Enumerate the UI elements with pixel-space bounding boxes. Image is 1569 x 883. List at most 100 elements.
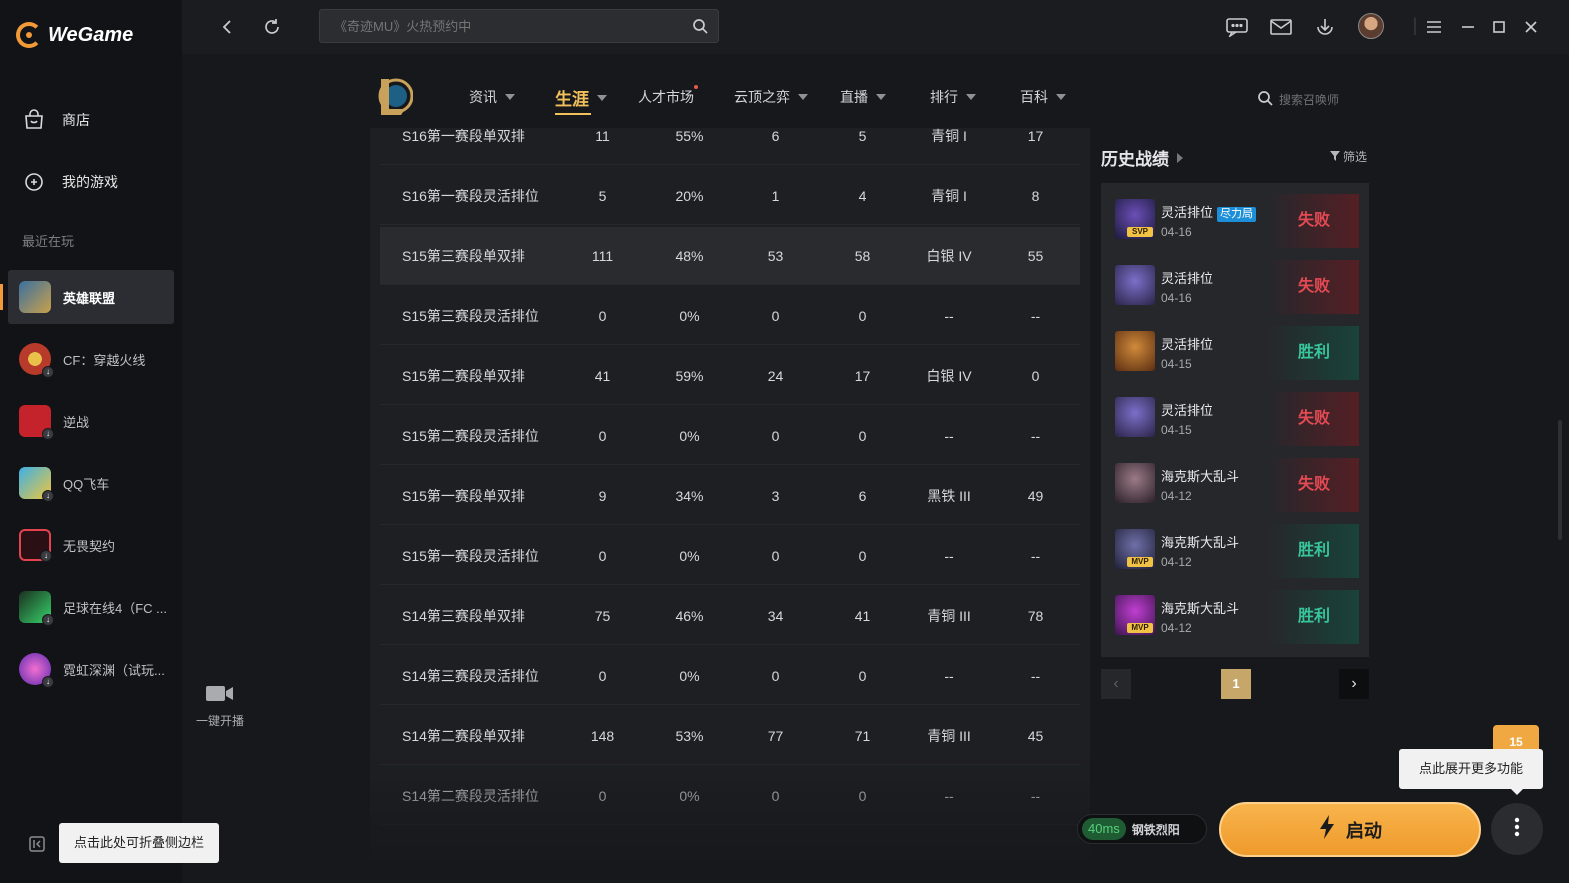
mail-icon[interactable] [1268, 14, 1294, 40]
match-history-item[interactable]: 灵活排位 04-15 失败 [1113, 392, 1359, 446]
table-row[interactable]: S16第一赛段灵活排位 5 20% 1 4 青铜 I 8 [380, 167, 1080, 225]
tab-news[interactable]: 资讯 [469, 87, 515, 107]
scrollbar[interactable] [1558, 420, 1562, 540]
match-mode-label: 灵活排位 [1161, 337, 1214, 352]
table-row[interactable]: S15第一赛段灵活排位 0 0% 0 0 -- -- [380, 527, 1080, 585]
match-history-list: SVP 灵活排位 尽力局 04-16 失败 灵活排位 04-16 失败 灵活排位 04-15 胜利灵… [1101, 183, 1369, 657]
sidebar-game-valorant[interactable]: ↓ 无畏契约 [8, 518, 174, 572]
rank-cell: 青铜 III [927, 728, 971, 744]
prev-page-button[interactable]: ‹ [1101, 669, 1131, 699]
filter-icon [1330, 150, 1340, 164]
sidebar-game-cf[interactable]: ↓ CF：穿越火线 [8, 332, 174, 386]
user-avatar[interactable] [1358, 13, 1384, 39]
sidebar-game-qq-speed[interactable]: ↓ QQ飞车 [8, 456, 174, 510]
match-history-item[interactable]: 灵活排位 04-15 胜利 [1113, 326, 1359, 380]
season-cell: S14第三赛段灵活排位 [402, 668, 539, 684]
tab-label: 直播 [840, 89, 868, 105]
menu-icon[interactable] [1421, 14, 1447, 40]
match-history-title[interactable]: 历史战绩 [1101, 145, 1183, 170]
tab-talent-market[interactable]: 人才市场 [638, 85, 698, 107]
winrate-cell: 0% [679, 428, 700, 444]
global-search-box[interactable] [319, 9, 719, 43]
tab-label: 云顶之弈 [734, 89, 790, 105]
refresh-icon[interactable] [259, 14, 285, 40]
wins-cell: 0 [771, 308, 780, 324]
download-icon: ↓ [42, 428, 54, 440]
points-cell: -- [1030, 788, 1041, 804]
match-history-item[interactable]: MVP 海克斯大乱斗 04-12 胜利 [1113, 524, 1359, 578]
winrate-cell: 59% [675, 368, 704, 384]
table-row[interactable]: S15第三赛段灵活排位 0 0% 0 0 -- -- [380, 287, 1080, 345]
cf-icon: ↓ [19, 343, 54, 378]
back-icon[interactable] [215, 14, 241, 40]
app-logo[interactable]: WeGame [16, 22, 133, 48]
games-cell: 0 [598, 548, 607, 564]
one-click-broadcast-button[interactable]: 一键开播 [192, 682, 248, 729]
match-history-item[interactable]: SVP 灵活排位 尽力局 04-16 失败 [1113, 194, 1359, 248]
match-mode: 海克斯大乱斗 [1161, 466, 1239, 485]
points-cell: -- [1030, 668, 1041, 684]
sidebar-game-nizhan[interactable]: ↓ 逆战 [8, 394, 174, 448]
chevron-down-icon [798, 94, 808, 100]
global-search-input[interactable] [334, 10, 684, 42]
points-cell: 0 [1031, 368, 1040, 384]
minimize-icon[interactable] [1455, 14, 1481, 40]
table-row[interactable]: S14第二赛段单双排 148 53% 77 71 青铜 III 45 [380, 707, 1080, 765]
winrate-cell: 46% [675, 608, 704, 624]
tab-live[interactable]: 直播 [840, 87, 886, 107]
tab-tft[interactable]: 云顶之弈 [734, 87, 808, 107]
league-logo-icon[interactable] [375, 75, 414, 117]
sidebar: WeGame 商店 我的游戏 最近在玩 英雄联盟 ↓ CF：穿越火线 ↓ 逆战 … [0, 0, 219, 883]
download-manager-icon[interactable] [1312, 14, 1338, 40]
match-history-item[interactable]: MVP 海克斯大乱斗 04-12 胜利 [1113, 590, 1359, 644]
next-page-button[interactable]: › [1339, 669, 1369, 699]
start-game-button[interactable]: 启动 [1219, 802, 1481, 857]
sidebar-game-fc-online[interactable]: ↓ 足球在线4（FC ... [8, 580, 174, 634]
sidebar-game-neon-abyss[interactable]: ↓ 霓虹深渊（试玩... [8, 642, 174, 696]
rank-cell: 青铜 I [931, 128, 967, 144]
losses-cell: 71 [854, 728, 871, 744]
sidebar-item-shop[interactable]: 商店 [20, 106, 90, 134]
tab-wiki[interactable]: 百科 [1020, 87, 1066, 107]
filter-button[interactable]: 筛选 [1330, 148, 1367, 165]
tab-career[interactable]: 生涯 [555, 85, 607, 115]
tab-ranking[interactable]: 排行 [930, 87, 976, 107]
summoner-search[interactable]: 搜索召唤师 [1257, 90, 1339, 109]
games-cell: 148 [590, 728, 615, 744]
losses-cell: 0 [858, 668, 867, 684]
champion-portrait [1115, 331, 1155, 371]
table-row[interactable]: S15第一赛段单双排 9 34% 3 6 黑铁 III 49 [380, 467, 1080, 525]
collapse-sidebar-icon[interactable] [29, 836, 45, 852]
recent-games-label: 最近在玩 [22, 234, 75, 249]
game-nav: 资讯 生涯 人才市场 云顶之弈 直播 排行 百科 搜索召唤师 [182, 54, 1569, 128]
download-icon: ↓ [42, 614, 54, 626]
chat-icon[interactable] [1224, 14, 1250, 40]
season-stats-table[interactable]: S16第一赛段单双排 11 55% 6 5 青铜 I 17 S16第一赛段灵活排位 5 20% 1 4… [370, 128, 1090, 863]
current-page[interactable]: 1 [1221, 669, 1251, 699]
table-row[interactable]: S14第三赛段单双排 75 46% 34 41 青铜 III 78 [380, 587, 1080, 645]
close-icon[interactable] [1518, 14, 1544, 40]
search-icon[interactable] [692, 18, 708, 39]
table-row[interactable]: S15第二赛段灵活排位 0 0% 0 0 -- -- [380, 407, 1080, 465]
sidebar-game-lol[interactable]: 英雄联盟 [0, 270, 174, 324]
winrate-cell: 48% [675, 248, 704, 264]
table-row[interactable]: S14第二赛段灵活排位 0 0% 0 0 -- -- [380, 767, 1080, 825]
table-row[interactable]: S14第三赛段灵活排位 0 0% 0 0 -- -- [380, 647, 1080, 705]
season-cell: S15第一赛段灵活排位 [402, 548, 539, 564]
match-result: 失败 [1269, 458, 1359, 512]
winrate-cell: 20% [675, 188, 704, 204]
more-options-button[interactable] [1491, 803, 1543, 855]
wins-cell: 3 [771, 488, 780, 504]
performance-badge: MVP [1127, 557, 1153, 567]
table-row[interactable]: S15第三赛段单双排 111 48% 53 58 白银 IV 55 [380, 227, 1080, 285]
table-row[interactable]: S16第一赛段单双排 11 55% 6 5 青铜 I 17 [380, 128, 1080, 165]
rank-cell: -- [944, 308, 954, 324]
download-icon: ↓ [42, 676, 54, 688]
maximize-icon[interactable] [1486, 14, 1512, 40]
sidebar-item-my-games[interactable]: 我的游戏 [20, 168, 118, 196]
server-status[interactable]: 40ms 钢铁烈阳 [1077, 814, 1207, 844]
match-history-item[interactable]: 海克斯大乱斗 04-12 失败 [1113, 458, 1359, 512]
match-history-item[interactable]: 灵活排位 04-16 失败 [1113, 260, 1359, 314]
table-row[interactable]: S15第二赛段单双排 41 59% 24 17 白银 IV 0 [380, 347, 1080, 405]
match-mode: 海克斯大乱斗 [1161, 532, 1239, 551]
